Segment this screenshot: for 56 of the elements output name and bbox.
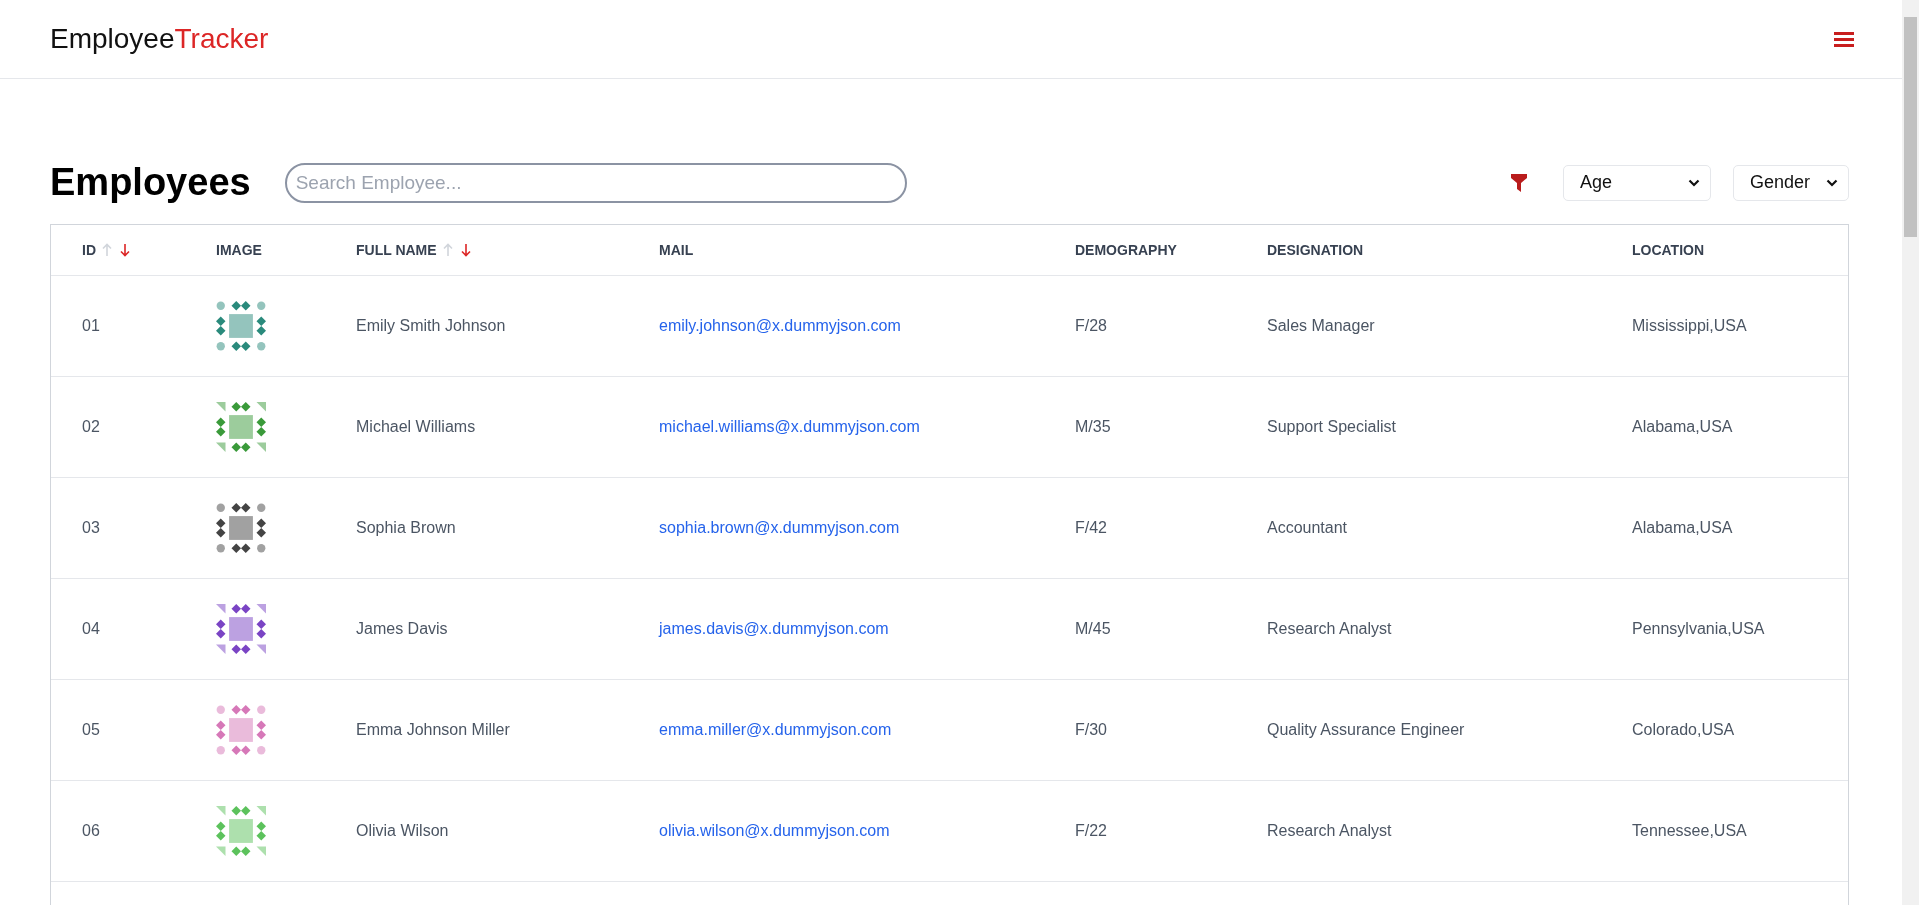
chevron-down-icon <box>1688 178 1700 187</box>
id-cell-text: 04 <box>82 620 101 638</box>
page-title: Employees <box>50 161 251 204</box>
name-cell-text: Michael Williams <box>356 418 477 436</box>
column-header: FULL NAME <box>356 242 437 258</box>
column-header: IMAGE <box>216 242 262 258</box>
id-cell-text: 05 <box>82 721 101 739</box>
email-link[interactable]: olivia.wilson@x.dummyjson.com <box>659 822 890 840</box>
location-cell-text: Alabama,USA <box>1632 519 1734 537</box>
demography-cell-text: M/35 <box>1075 418 1112 436</box>
name-cell-text: Sophia Brown <box>356 519 457 537</box>
location-cell-text: Colorado,USA <box>1632 721 1736 739</box>
filter-dropdown[interactable]: Age <box>1563 164 1711 201</box>
designation-cell-text: Research Analyst <box>1267 620 1393 638</box>
arrow-down-icon[interactable] <box>460 243 471 257</box>
location-cell-text: Mississippi,USA <box>1632 317 1748 335</box>
demography-cell-text: F/22 <box>1075 822 1108 840</box>
demography-cell-text: F/28 <box>1075 317 1108 335</box>
chevron-down-icon <box>1826 178 1838 187</box>
menu-button[interactable] <box>1834 31 1854 47</box>
id-cell-text: 03 <box>82 519 101 537</box>
id-cell-text: 02 <box>82 418 101 436</box>
menu-icon <box>1834 31 1854 47</box>
designation-cell-text: Support Specialist <box>1267 418 1397 436</box>
arrow-down-icon[interactable] <box>120 243 130 257</box>
column-header: DESIGNATION <box>1267 242 1364 258</box>
id-cell-text: 01 <box>82 317 101 335</box>
demography-cell-text: F/30 <box>1075 721 1108 739</box>
search-field[interactable]: Search Employee... <box>284 162 907 203</box>
demography-cell-text: F/42 <box>1075 519 1108 537</box>
email-link[interactable]: michael.williams@x.dummyjson.com <box>659 418 920 436</box>
demography-cell-text: M/45 <box>1075 620 1112 638</box>
designation-cell-text: Sales Manager <box>1267 317 1376 335</box>
location-cell-text: Tennessee,USA <box>1632 822 1748 840</box>
id-cell-text: 06 <box>82 822 101 840</box>
filter-icon[interactable] <box>1511 173 1527 192</box>
designation-cell-text: Research Analyst <box>1267 822 1393 840</box>
column-header: DEMOGRAPHY <box>1075 242 1177 258</box>
email-link[interactable]: emily.johnson@x.dummyjson.com <box>659 317 901 335</box>
email-link[interactable]: sophia.brown@x.dummyjson.com <box>659 519 900 537</box>
column-header: ID <box>82 242 96 258</box>
email-link[interactable]: emma.miller@x.dummyjson.com <box>659 721 892 739</box>
name-cell-text: Olivia Wilson <box>356 822 450 840</box>
name-cell-text: Emma Johnson Miller <box>356 721 511 739</box>
filter-dropdown[interactable]: Gender <box>1733 164 1849 201</box>
column-header: LOCATION <box>1632 242 1705 258</box>
designation-cell-text: Quality Assurance Engineer <box>1267 721 1466 739</box>
name-cell-text: Emily Smith Johnson <box>356 317 507 335</box>
column-header: MAIL <box>659 242 694 258</box>
location-cell-text: Alabama,USA <box>1632 418 1734 436</box>
email-link[interactable]: james.davis@x.dummyjson.com <box>659 620 889 638</box>
app-logo[interactable]: EmployeeTracker <box>50 23 269 55</box>
scrollbar[interactable] <box>1902 0 1919 905</box>
name-cell-text: James Davis <box>356 620 449 638</box>
designation-cell-text: Accountant <box>1267 519 1349 537</box>
location-cell-text: Pennsylvania,USA <box>1632 620 1766 638</box>
